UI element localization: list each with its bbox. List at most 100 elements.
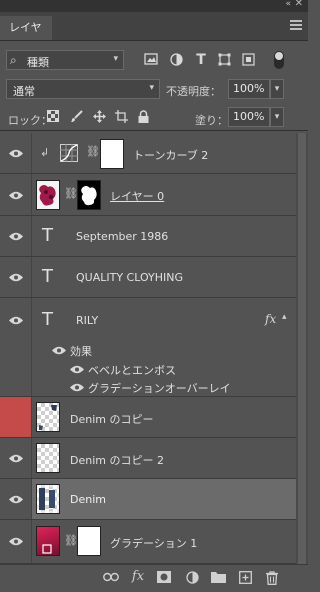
delete-layer-icon[interactable] — [264, 571, 280, 587]
type-filter-icon[interactable]: T — [194, 53, 208, 67]
close-panel-icon[interactable]: ✕ — [295, 0, 303, 9]
layer-name[interactable]: QUALITY CLOYHING — [76, 271, 183, 284]
eye-icon — [9, 273, 23, 282]
eye-icon[interactable] — [70, 365, 84, 374]
lock-transparent-pixels-icon[interactable] — [46, 110, 60, 124]
effects-label[interactable]: 効果 — [70, 343, 92, 359]
add-mask-icon[interactable] — [156, 571, 172, 587]
panel-menu-icon[interactable] — [290, 20, 302, 32]
effect-bevel-emboss[interactable]: ベベルとエンボス — [88, 362, 176, 378]
add-style-icon[interactable]: fx — [130, 569, 146, 585]
layer-row-denim-copy[interactable]: Denim のコピー — [0, 397, 296, 438]
pixel-filter-icon[interactable] — [144, 53, 158, 67]
text-layer-icon: T — [42, 225, 53, 246]
layer-name[interactable]: RILY — [76, 314, 98, 327]
visibility-toggle[interactable] — [0, 298, 32, 396]
layer-row-denim-copy-2[interactable]: Denim のコピー 2 — [0, 438, 296, 479]
layer-name[interactable]: Denim のコピー — [70, 411, 153, 427]
gradient-fill-thumbnail[interactable] — [36, 526, 60, 556]
chevron-down-icon: ▾ — [149, 83, 154, 93]
lock-position-move-icon[interactable] — [92, 110, 106, 124]
chevron-down-icon: ▾ — [113, 54, 118, 64]
panel-top-strip: « ✕ — [0, 0, 308, 12]
eye-icon[interactable] — [70, 383, 84, 392]
adjustment-filter-icon[interactable] — [169, 53, 183, 67]
fill-dropdown-chevron-icon[interactable]: ▾ — [270, 107, 284, 127]
visibility-toggle[interactable] — [0, 520, 32, 563]
layer-row-quality-cloyhing[interactable]: T QUALITY CLOYHING — [0, 257, 296, 298]
layer-row-gradient-fill[interactable]: ⛓ グラデーション 1 — [0, 520, 296, 564]
layer-name[interactable]: グラデーション 1 — [110, 535, 197, 551]
lock-image-pixels-brush-icon[interactable] — [69, 110, 83, 124]
fx-effects-icon[interactable]: fx — [265, 312, 276, 326]
layer-image-thumbnail[interactable] — [36, 180, 60, 210]
layer-row-denim[interactable]: Denim — [0, 479, 296, 520]
layer-row-layer0[interactable]: ⛓ レイヤー 0 — [0, 174, 296, 216]
layer-name[interactable]: September 1986 — [76, 230, 168, 243]
visibility-toggle[interactable] — [0, 479, 32, 519]
layer-mask-thumbnail[interactable] — [77, 526, 101, 556]
filter-kind-label: 種類 — [27, 56, 49, 69]
filter-toggle-switch[interactable] — [274, 51, 284, 69]
layer-row-tone-curve[interactable]: ↲ ⛓ トーンカーブ 2 — [0, 133, 296, 174]
clipping-arrow-icon: ↲ — [40, 146, 50, 159]
visibility-toggle[interactable] — [0, 397, 32, 437]
visibility-toggle[interactable] — [0, 438, 32, 478]
new-group-icon[interactable] — [210, 571, 226, 587]
collapse-effects-chevron-icon[interactable]: ▴ — [282, 312, 287, 322]
eye-icon — [9, 537, 23, 546]
layer-row-september-1986[interactable]: T September 1986 — [0, 216, 296, 257]
bottom-toolbar: fx — [0, 564, 308, 592]
tab-bar: レイヤー — [0, 12, 308, 58]
filter-kind-select[interactable]: ⌕ 種類 ▾ — [6, 50, 124, 70]
link-layers-icon[interactable] — [103, 571, 119, 587]
text-layer-icon: T — [42, 309, 53, 330]
new-layer-icon[interactable] — [237, 571, 253, 587]
layer-name[interactable]: Denim のコピー 2 — [70, 452, 164, 468]
eye-icon — [9, 232, 23, 241]
chain-link-icon[interactable]: ⛓ — [86, 145, 100, 158]
filter-row: ⌕ 種類 ▾ T — [0, 41, 308, 73]
layer-name[interactable]: Denim — [70, 493, 106, 506]
visibility-toggle[interactable] — [0, 257, 32, 297]
blend-mode-select[interactable]: 通常 ▾ — [6, 79, 160, 99]
layer-mask-thumbnail[interactable] — [100, 139, 124, 169]
layer-image-thumbnail[interactable] — [36, 443, 60, 473]
layers-scrollbar[interactable] — [296, 133, 308, 564]
eye-icon — [9, 495, 23, 504]
opacity-label: 不透明度： — [166, 85, 221, 98]
eye-icon — [9, 454, 23, 463]
shape-filter-icon[interactable] — [217, 53, 231, 67]
text-layer-icon: T — [42, 266, 53, 287]
collapse-panel-icon[interactable]: « — [285, 0, 290, 9]
layer-row-rily[interactable]: T RILY fx ▴ 効果 ベベルとエンボス グラデーションオーバーレイ — [0, 298, 296, 397]
layer-name[interactable]: トーンカーブ 2 — [133, 147, 208, 163]
layers-list: ↲ ⛓ トーンカーブ 2 ⛓ レイヤー 0 T September 1986 T… — [0, 133, 296, 564]
eye-icon — [9, 191, 23, 200]
opacity-field[interactable]: 100% — [228, 79, 270, 99]
lock-artboard-icon[interactable] — [114, 110, 128, 124]
layer-image-thumbnail[interactable] — [36, 402, 60, 432]
eye-icon[interactable] — [52, 346, 66, 355]
layer-mask-thumbnail[interactable] — [77, 180, 101, 210]
opacity-dropdown-chevron-icon[interactable]: ▾ — [270, 79, 284, 99]
blend-row: 通常 ▾ 不透明度： 100% ▾ — [0, 75, 308, 101]
layer-name[interactable]: レイヤー 0 — [110, 188, 164, 204]
layers-panel: « ✕ レイヤー ⌕ 種類 ▾ T 通常 ▾ — [0, 0, 308, 592]
visibility-toggle[interactable] — [0, 133, 32, 173]
smartobject-filter-icon[interactable] — [241, 53, 255, 67]
chain-link-icon[interactable]: ⛓ — [64, 187, 78, 200]
fill-field[interactable]: 100% — [228, 107, 270, 127]
curves-adjustment-icon — [60, 144, 78, 162]
effect-gradient-overlay[interactable]: グラデーションオーバーレイ — [88, 380, 231, 396]
visibility-toggle[interactable] — [0, 216, 32, 256]
lock-all-padlock-icon[interactable] — [136, 110, 150, 124]
eye-icon — [9, 149, 23, 158]
fill-label: 塗り： — [195, 114, 228, 127]
scrollbar-thumb[interactable] — [298, 133, 306, 564]
layer-image-thumbnail[interactable] — [36, 484, 60, 514]
visibility-toggle[interactable] — [0, 174, 32, 215]
new-adjustment-icon[interactable] — [184, 571, 200, 587]
chain-link-icon[interactable]: ⛓ — [64, 534, 78, 547]
tab-layers[interactable]: レイヤー — [0, 16, 52, 58]
